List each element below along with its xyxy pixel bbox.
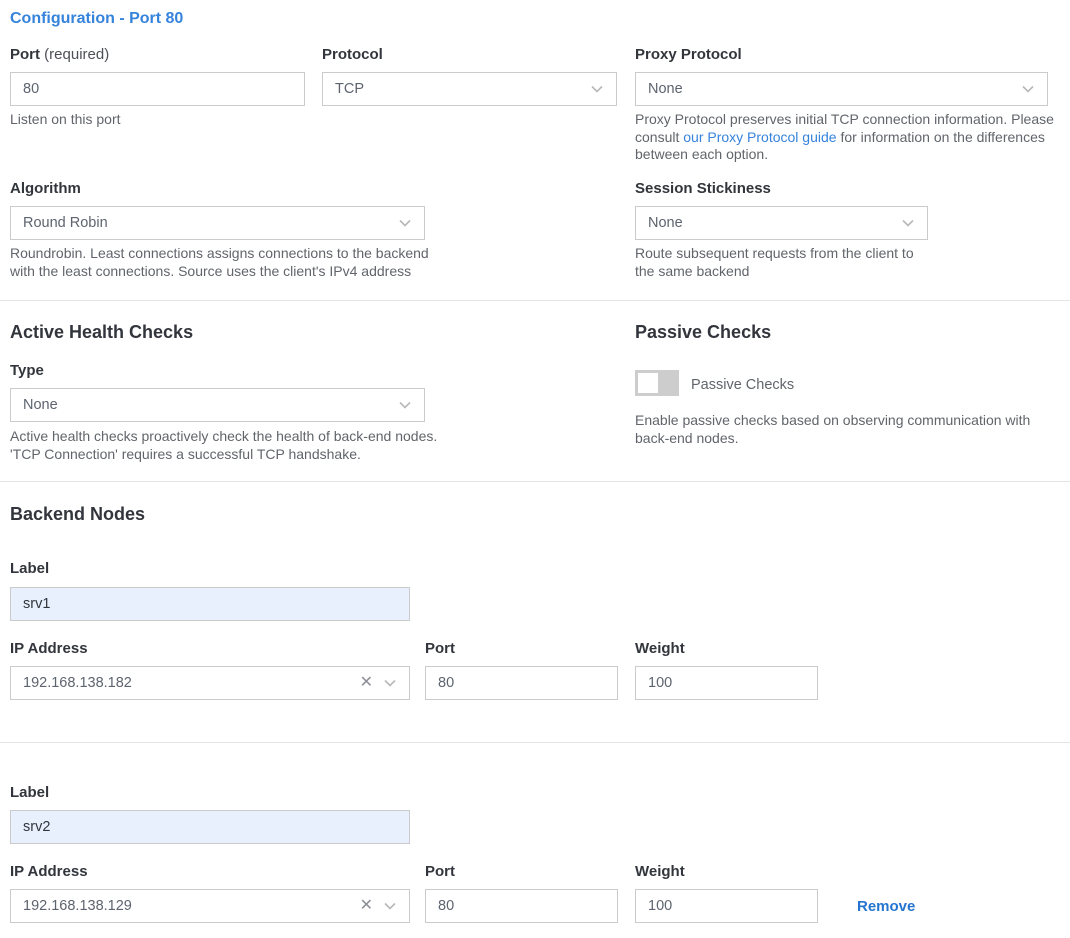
page-title: Configuration - Port 80 xyxy=(10,10,183,28)
port-label: Port (required) xyxy=(10,46,109,63)
node2-label-label: Label xyxy=(10,784,49,801)
session-stickiness-helper: Route subsequent requests from the clien… xyxy=(635,245,927,280)
protocol-select[interactable]: TCP xyxy=(322,72,617,106)
clear-icon[interactable]: ✕ xyxy=(360,675,373,691)
section-divider xyxy=(0,481,1070,482)
node1-weight-input[interactable] xyxy=(635,666,818,700)
node1-ip-label: IP Address xyxy=(10,640,88,657)
node1-label-input[interactable] xyxy=(10,587,410,621)
proxy-protocol-helper: Proxy Protocol preserves initial TCP con… xyxy=(635,111,1055,164)
port-required-note: (required) xyxy=(44,46,109,63)
algorithm-select[interactable]: Round Robin xyxy=(10,206,425,240)
passive-checks-helper: Enable passive checks based on observing… xyxy=(635,412,1060,447)
session-stickiness-select-value: None xyxy=(648,215,901,231)
health-check-type-label: Type xyxy=(10,362,44,379)
chevron-down-icon xyxy=(1021,82,1035,96)
node2-ip-combobox[interactable]: 192.168.138.129 ✕ xyxy=(10,889,410,923)
node1-weight-label: Weight xyxy=(635,640,685,657)
chevron-down-icon xyxy=(398,398,412,412)
node2-port-input[interactable] xyxy=(425,889,618,923)
nodebalancer-config-page: Configuration - Port 80 Port (required) … xyxy=(0,0,1070,938)
node2-port-label: Port xyxy=(425,863,455,880)
algorithm-helper: Roundrobin. Least connections assigns co… xyxy=(10,245,450,280)
node2-label-input[interactable] xyxy=(10,810,410,844)
port-input[interactable] xyxy=(10,72,305,106)
node1-port-input[interactable] xyxy=(425,666,618,700)
session-stickiness-label: Session Stickiness xyxy=(635,180,771,197)
node2-remove-button[interactable]: Remove xyxy=(857,898,915,915)
protocol-select-value: TCP xyxy=(335,81,590,97)
backend-nodes-heading: Backend Nodes xyxy=(10,504,145,525)
passive-checks-toggle-label: Passive Checks xyxy=(691,377,794,393)
node2-weight-input[interactable] xyxy=(635,889,818,923)
active-health-checks-helper: Active health checks proactively check t… xyxy=(10,428,445,463)
node-divider xyxy=(0,742,1070,743)
node2-ip-value: 192.168.138.129 xyxy=(23,898,360,914)
chevron-down-icon xyxy=(398,216,412,230)
passive-checks-toggle[interactable] xyxy=(635,370,679,396)
chevron-down-icon xyxy=(590,82,604,96)
proxy-protocol-select[interactable]: None xyxy=(635,72,1048,106)
chevron-down-icon xyxy=(901,216,915,230)
protocol-label: Protocol xyxy=(322,46,383,63)
proxy-protocol-label: Proxy Protocol xyxy=(635,46,742,63)
node1-ip-combobox[interactable]: 192.168.138.182 ✕ xyxy=(10,666,410,700)
health-check-type-select[interactable]: None xyxy=(10,388,425,422)
proxy-protocol-guide-link[interactable]: our Proxy Protocol guide xyxy=(683,129,836,145)
session-stickiness-select[interactable]: None xyxy=(635,206,928,240)
active-health-checks-heading: Active Health Checks xyxy=(10,322,193,343)
section-divider xyxy=(0,300,1070,301)
clear-icon[interactable]: ✕ xyxy=(360,898,373,914)
port-helper: Listen on this port xyxy=(10,111,310,129)
passive-checks-heading: Passive Checks xyxy=(635,322,771,343)
proxy-protocol-select-value: None xyxy=(648,81,1021,97)
algorithm-label: Algorithm xyxy=(10,180,81,197)
chevron-down-icon[interactable] xyxy=(383,899,397,913)
algorithm-select-value: Round Robin xyxy=(23,215,398,231)
node1-port-label: Port xyxy=(425,640,455,657)
node1-ip-value: 192.168.138.182 xyxy=(23,675,360,691)
chevron-down-icon[interactable] xyxy=(383,676,397,690)
node2-weight-label: Weight xyxy=(635,863,685,880)
node2-ip-label: IP Address xyxy=(10,863,88,880)
toggle-knob xyxy=(638,373,658,393)
node1-label-label: Label xyxy=(10,560,49,577)
health-check-type-select-value: None xyxy=(23,397,398,413)
